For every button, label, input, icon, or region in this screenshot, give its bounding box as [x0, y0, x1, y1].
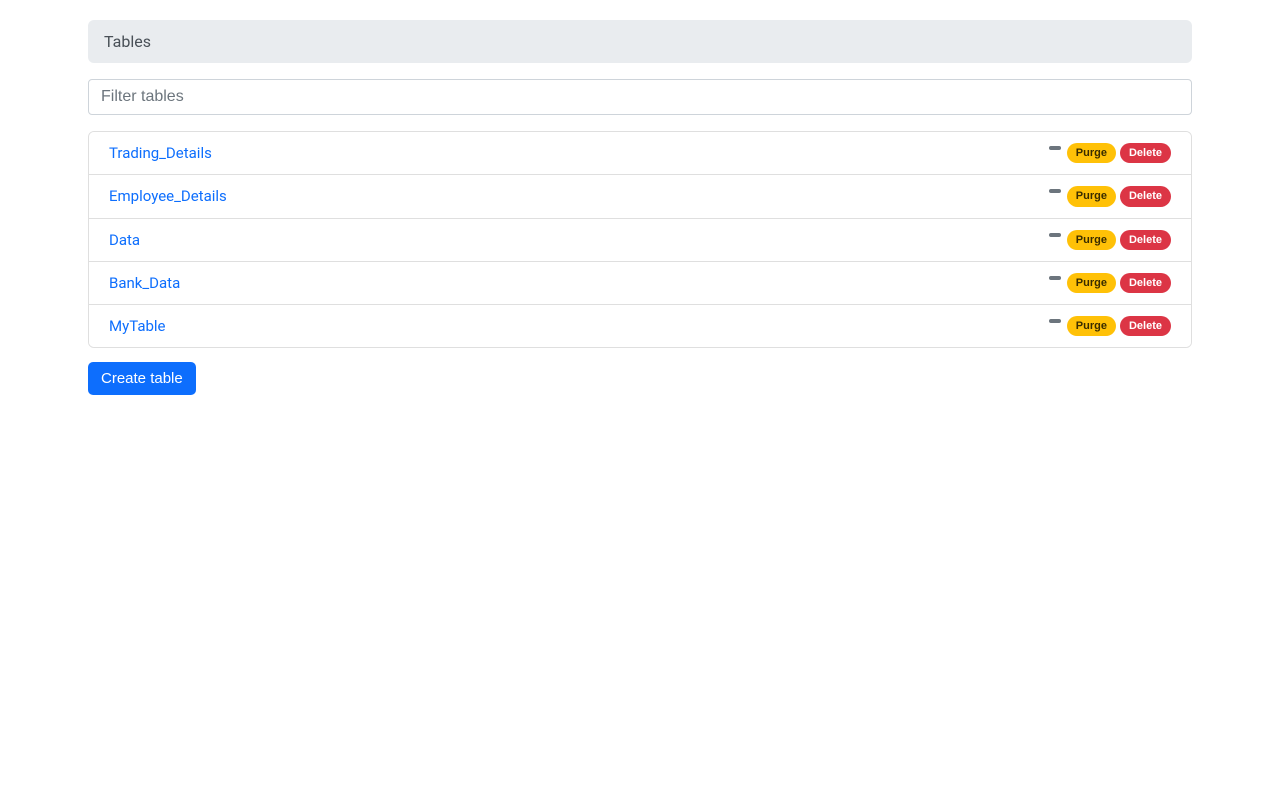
delete-button[interactable]: Delete [1120, 316, 1171, 336]
delete-button[interactable]: Delete [1120, 186, 1171, 206]
filter-tables-input[interactable] [88, 79, 1192, 115]
table-name-link[interactable]: Trading_Details [109, 144, 212, 162]
row-actions: Purge Delete [1049, 273, 1171, 293]
create-table-button[interactable]: Create table [88, 362, 196, 395]
purge-button[interactable]: Purge [1067, 273, 1116, 293]
table-row: Bank_Data Purge Delete [89, 262, 1191, 305]
page-title-text: Tables [104, 32, 151, 51]
purge-button[interactable]: Purge [1067, 316, 1116, 336]
purge-button[interactable]: Purge [1067, 230, 1116, 250]
table-row: Data Purge Delete [89, 219, 1191, 262]
delete-button[interactable]: Delete [1120, 273, 1171, 293]
status-badge [1049, 276, 1061, 280]
status-badge [1049, 319, 1061, 323]
tables-page: Tables Trading_Details Purge Delete Empl… [80, 20, 1200, 395]
page-title: Tables [88, 20, 1192, 63]
row-actions: Purge Delete [1049, 143, 1171, 163]
table-name-link[interactable]: Bank_Data [109, 274, 180, 292]
row-actions: Purge Delete [1049, 186, 1171, 206]
purge-button[interactable]: Purge [1067, 186, 1116, 206]
tables-list: Trading_Details Purge Delete Employee_De… [88, 131, 1192, 348]
row-actions: Purge Delete [1049, 316, 1171, 336]
delete-button[interactable]: Delete [1120, 143, 1171, 163]
table-name-link[interactable]: Employee_Details [109, 187, 227, 205]
status-badge [1049, 189, 1061, 193]
table-row: MyTable Purge Delete [89, 305, 1191, 347]
row-actions: Purge Delete [1049, 230, 1171, 250]
status-badge [1049, 233, 1061, 237]
delete-button[interactable]: Delete [1120, 230, 1171, 250]
table-row: Trading_Details Purge Delete [89, 132, 1191, 175]
purge-button[interactable]: Purge [1067, 143, 1116, 163]
table-name-link[interactable]: MyTable [109, 317, 166, 335]
table-name-link[interactable]: Data [109, 231, 140, 249]
table-row: Employee_Details Purge Delete [89, 175, 1191, 218]
status-badge [1049, 146, 1061, 150]
